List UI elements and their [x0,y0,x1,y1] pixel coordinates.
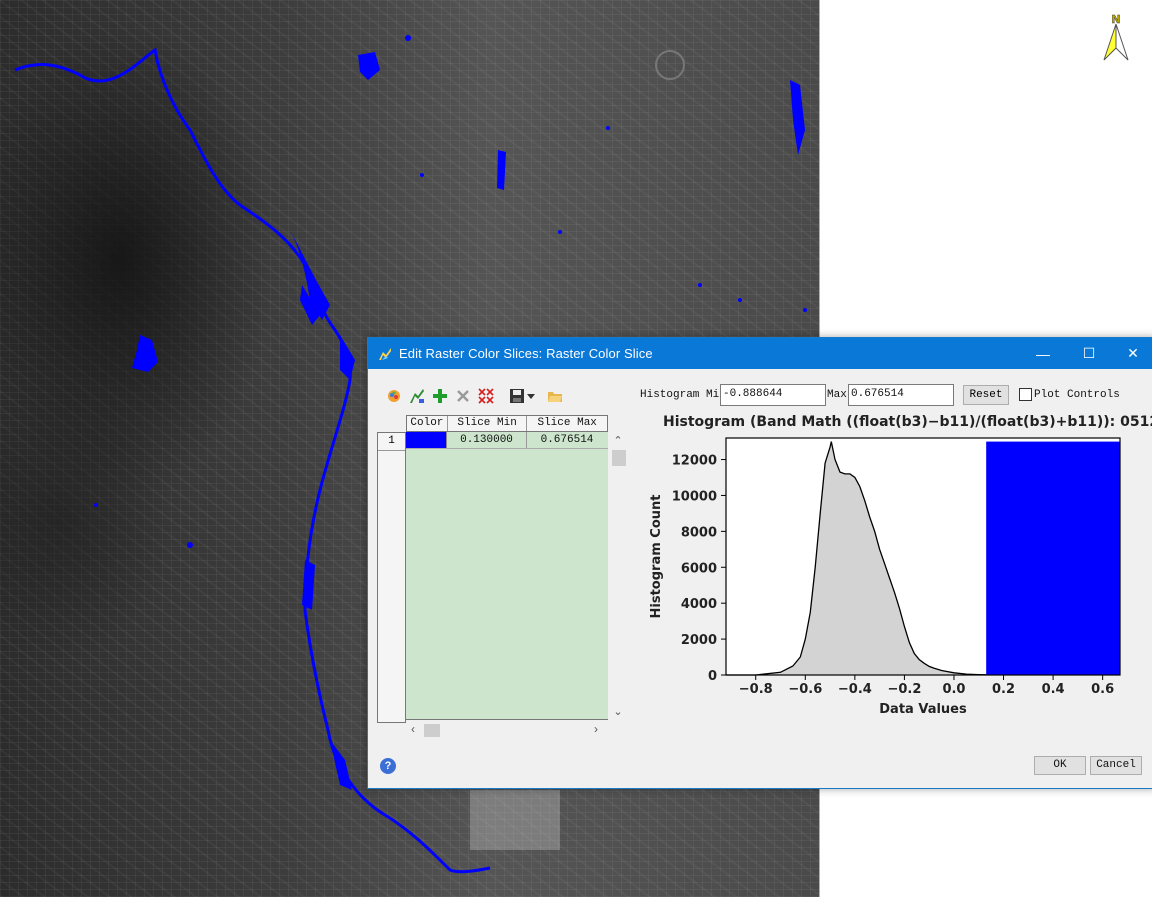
x-tick-label: 0.4 [1042,682,1065,697]
histogram-chart[interactable]: Histogram (Band Math ((float(b3)−b11)/(f… [638,410,1152,720]
slice-region-bar [986,441,1120,675]
y-tick-label: 6000 [681,561,717,576]
minimize-button[interactable]: — [1020,338,1066,369]
table-row[interactable]: 0.130000 0.676514 [406,432,608,449]
x-tick-label: −0.2 [887,682,921,697]
horizontal-scrollbar[interactable]: ‹ › [409,722,609,738]
x-tick-label: 0.6 [1091,682,1114,697]
x-tick-label: −0.6 [788,682,822,697]
y-tick-label: 10000 [672,489,717,504]
plot-controls-checkbox[interactable] [1019,388,1032,401]
scroll-thumb[interactable] [612,450,626,466]
slice-color-swatch[interactable] [406,432,447,448]
histogram-max-input[interactable]: 0.676514 [848,384,954,406]
add-slice-icon[interactable] [431,387,449,405]
slice-max-cell[interactable]: 0.676514 [527,432,607,448]
save-icon[interactable] [508,387,526,405]
table-header: Color Slice Min Slice Max [406,415,608,432]
close-button[interactable]: ✕ [1110,338,1152,369]
open-folder-icon[interactable] [546,387,564,405]
slice-min-cell[interactable]: 0.130000 [447,432,527,448]
help-icon[interactable]: ? [380,758,396,774]
histogram-max-label: Max [827,389,847,401]
y-tick-label: 4000 [681,597,717,612]
column-header-slice-max[interactable]: Slice Max [527,416,607,431]
clear-all-icon[interactable] [477,387,495,405]
dialog-titlebar[interactable]: Edit Raster Color Slices: Raster Color S… [368,338,1152,369]
y-tick-label: 0 [708,669,717,684]
vertical-scrollbar[interactable]: ⌃ ⌄ [610,432,626,723]
reset-button[interactable]: Reset [963,385,1009,405]
plot-controls-label: Plot Controls [1034,389,1120,401]
scroll-down-icon[interactable]: ⌄ [612,705,624,718]
row-number-column: 1 [377,432,406,723]
y-axis-label: Histogram Count [649,495,664,619]
table-body[interactable]: 0.130000 0.676514 [406,432,608,720]
cancel-button[interactable]: Cancel [1090,756,1142,775]
y-tick-label: 2000 [681,633,717,648]
row-number[interactable]: 1 [378,433,405,451]
x-tick-label: 0.2 [992,682,1015,697]
x-tick-label: −0.4 [838,682,872,697]
maximize-button[interactable]: ☐ [1066,338,1112,369]
dropdown-arrow-icon[interactable] [527,387,535,405]
scroll-thumb[interactable] [424,724,440,737]
x-tick-label: −0.8 [739,682,773,697]
column-header-slice-min[interactable]: Slice Min [448,416,528,431]
delete-slice-icon[interactable] [454,387,472,405]
y-tick-label: 8000 [681,525,717,540]
y-tick-label: 12000 [672,454,717,469]
north-arrow-icon: N [1100,12,1132,64]
ok-button[interactable]: OK [1034,756,1086,775]
slice-table[interactable]: Color Slice Min Slice Max 1 0.130000 0.6… [377,415,626,737]
app-icon [379,347,391,360]
scroll-right-icon[interactable]: › [594,722,598,736]
x-axis-label: Data Values [879,702,967,717]
histogram-min-label: Histogram Min [640,389,726,401]
edit-color-slices-dialog[interactable]: Edit Raster Color Slices: Raster Color S… [367,337,1152,789]
auto-slices-icon[interactable] [408,387,426,405]
dialog-title: Edit Raster Color Slices: Raster Color S… [399,346,653,361]
slice-toolbar [385,386,569,406]
column-header-color[interactable]: Color [407,416,448,431]
color-ramp-icon[interactable] [385,387,403,405]
scroll-up-icon[interactable]: ⌃ [612,434,624,447]
histogram-min-input[interactable]: -0.888644 [720,384,826,406]
x-tick-label: 0.0 [942,682,965,697]
scroll-left-icon[interactable]: ‹ [411,722,415,736]
histogram-plot: −0.8 −0.6 −0.4 −0.2 0.0 0.2 0.4 0.6 0 2000 4000 600… [649,437,1121,717]
